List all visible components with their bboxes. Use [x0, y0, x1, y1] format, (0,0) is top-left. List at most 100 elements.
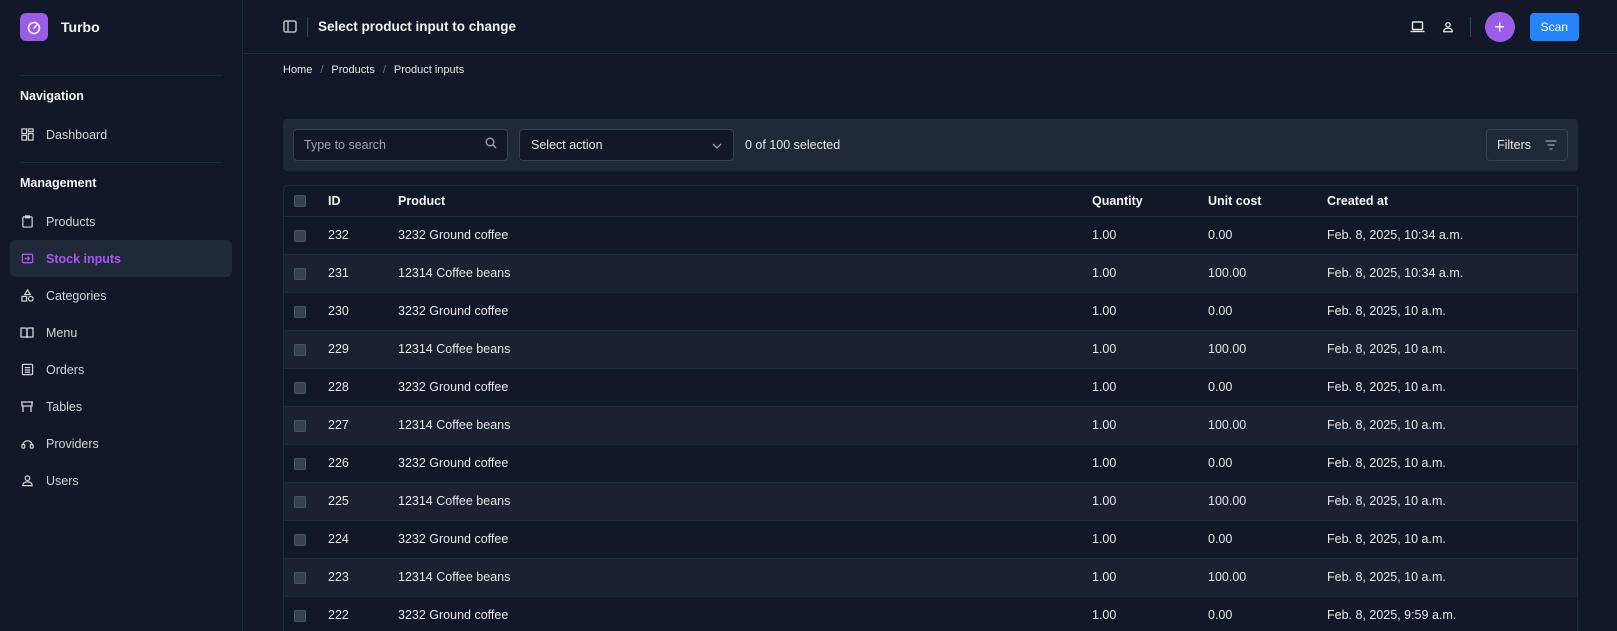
cell-created-at: Feb. 8, 2025, 10 a.m.	[1327, 558, 1577, 597]
action-select[interactable]: Select action	[519, 129, 734, 161]
row-checkbox-cell	[284, 596, 328, 631]
cell-product: 3232 Ground coffee	[398, 292, 1092, 331]
cell-created-at: Feb. 8, 2025, 10:34 a.m.	[1327, 216, 1577, 255]
cell-quantity: 1.00	[1092, 254, 1208, 293]
table-row[interactable]: 223 12314 Coffee beans 1.00 100.00 Feb. 8, 2…	[284, 558, 1577, 597]
cell-created-at: Feb. 8, 2025, 10 a.m.	[1327, 444, 1577, 483]
column-header-quantity[interactable]: Quantity	[1092, 186, 1208, 217]
row-checkbox[interactable]	[294, 419, 306, 432]
row-checkbox[interactable]	[294, 305, 306, 318]
add-button[interactable]: +	[1484, 12, 1515, 42]
cell-id[interactable]: 222	[328, 596, 398, 631]
cell-id[interactable]: 223	[328, 558, 398, 597]
cell-id[interactable]: 229	[328, 330, 398, 369]
laptop-icon[interactable]	[1410, 19, 1426, 35]
sidebar-item-orders[interactable]: Orders	[10, 351, 232, 388]
sidebar-item-providers[interactable]: Providers	[10, 425, 232, 462]
cell-product: 3232 Ground coffee	[398, 216, 1092, 255]
cell-created-at: Feb. 8, 2025, 10 a.m.	[1327, 368, 1577, 407]
app-name: Turbo	[61, 19, 100, 35]
login-icon	[20, 252, 34, 266]
sidebar-item-categories[interactable]: Categories	[10, 277, 232, 314]
row-checkbox[interactable]	[294, 495, 306, 508]
row-checkbox[interactable]	[294, 229, 306, 242]
cell-quantity: 1.00	[1092, 406, 1208, 445]
row-checkbox-cell	[284, 254, 328, 293]
search-input[interactable]	[304, 138, 464, 152]
row-checkbox[interactable]	[294, 381, 306, 394]
cell-created-at: Feb. 8, 2025, 10 a.m.	[1327, 482, 1577, 521]
dashboard-icon	[20, 128, 34, 142]
table-row[interactable]: 229 12314 Coffee beans 1.00 100.00 Feb. 8, 2…	[284, 330, 1577, 369]
table-row[interactable]: 226 3232 Ground coffee 1.00 0.00 Feb. 8, 202…	[284, 444, 1577, 483]
top-header: Select product input to change + Scan	[243, 0, 1617, 54]
cell-unit-cost: 100.00	[1208, 406, 1327, 445]
table-row[interactable]: 231 12314 Coffee beans 1.00 100.00 Feb. 8, 2…	[284, 254, 1577, 293]
sidebar-item-stock-inputs[interactable]: Stock inputs	[10, 240, 232, 277]
sidebar-item-label: Stock inputs	[46, 251, 122, 266]
cell-unit-cost: 0.00	[1208, 368, 1327, 407]
cell-id[interactable]: 228	[328, 368, 398, 407]
cell-unit-cost: 0.00	[1208, 444, 1327, 483]
row-checkbox[interactable]	[294, 343, 306, 356]
chevron-down-icon	[712, 138, 722, 152]
table-row[interactable]: 222 3232 Ground coffee 1.00 0.00 Feb. 8, 202…	[284, 596, 1577, 631]
row-checkbox[interactable]	[294, 571, 306, 584]
column-header-product[interactable]: Product	[398, 186, 1092, 217]
column-header-unit-cost[interactable]: Unit cost	[1208, 186, 1327, 217]
cell-unit-cost: 0.00	[1208, 520, 1327, 559]
cell-unit-cost: 0.00	[1208, 216, 1327, 255]
row-checkbox[interactable]	[294, 457, 306, 470]
table-row[interactable]: 228 3232 Ground coffee 1.00 0.00 Feb. 8, 202…	[284, 368, 1577, 407]
cell-product: 12314 Coffee beans	[398, 254, 1092, 293]
table-row[interactable]: 225 12314 Coffee beans 1.00 100.00 Feb. 8, 2…	[284, 482, 1577, 521]
sidebar-item-label: Categories	[46, 288, 107, 303]
cell-created-at: Feb. 8, 2025, 9:59 a.m.	[1327, 596, 1577, 631]
sidebar-item-products[interactable]: Products	[10, 203, 232, 240]
search-icon[interactable]	[485, 136, 497, 154]
cell-id[interactable]: 225	[328, 482, 398, 521]
gauge-icon	[20, 13, 48, 41]
sidebar-toggle-icon[interactable]	[283, 20, 297, 34]
cell-id[interactable]: 230	[328, 292, 398, 331]
breadcrumb-home[interactable]: Home	[283, 64, 312, 76]
page-title: Select product input to change	[318, 19, 517, 34]
results-table: ID Product Quantity Unit cost Created at…	[283, 185, 1578, 631]
column-header-id[interactable]: ID	[328, 186, 398, 217]
clipboard-icon	[20, 215, 34, 229]
account-icon[interactable]	[1440, 19, 1456, 35]
row-checkbox[interactable]	[294, 609, 306, 622]
select-all-checkbox[interactable]	[294, 195, 306, 208]
cell-unit-cost: 100.00	[1208, 330, 1327, 369]
cell-quantity: 1.00	[1092, 216, 1208, 255]
row-checkbox[interactable]	[294, 267, 306, 280]
shapes-icon	[20, 289, 34, 303]
cell-quantity: 1.00	[1092, 596, 1208, 631]
row-checkbox-cell	[284, 520, 328, 559]
sidebar-item-label: Products	[46, 214, 96, 229]
cell-id[interactable]: 224	[328, 520, 398, 559]
cell-id[interactable]: 232	[328, 216, 398, 255]
filters-button[interactable]: Filters	[1485, 129, 1568, 161]
cell-id[interactable]: 226	[328, 444, 398, 483]
table-row[interactable]: 227 12314 Coffee beans 1.00 100.00 Feb. 8, 2…	[284, 406, 1577, 445]
brand[interactable]: Turbo	[0, 0, 242, 54]
sidebar-item-users[interactable]: Users	[10, 462, 232, 499]
sidebar-item-label: Dashboard	[46, 127, 108, 142]
scan-button[interactable]: Scan	[1529, 13, 1579, 41]
cell-id[interactable]: 227	[328, 406, 398, 445]
row-checkbox[interactable]	[294, 533, 306, 546]
row-checkbox-cell	[284, 368, 328, 407]
table-row[interactable]: 224 3232 Ground coffee 1.00 0.00 Feb. 8, 202…	[284, 520, 1577, 559]
selection-count: 0 of 100 selected	[745, 138, 841, 152]
breadcrumb-separator: /	[320, 64, 324, 76]
breadcrumb-products[interactable]: Products	[331, 64, 374, 76]
book-icon	[20, 326, 34, 340]
table-row[interactable]: 232 3232 Ground coffee 1.00 0.00 Feb. 8, 202…	[284, 216, 1577, 255]
sidebar-item-dashboard[interactable]: Dashboard	[10, 116, 232, 153]
cell-id[interactable]: 231	[328, 254, 398, 293]
table-row[interactable]: 230 3232 Ground coffee 1.00 0.00 Feb. 8, 202…	[284, 292, 1577, 331]
sidebar-item-menu[interactable]: Menu	[10, 314, 232, 351]
sidebar-item-tables[interactable]: Tables	[10, 388, 232, 425]
column-header-created-at[interactable]: Created at	[1327, 186, 1577, 217]
